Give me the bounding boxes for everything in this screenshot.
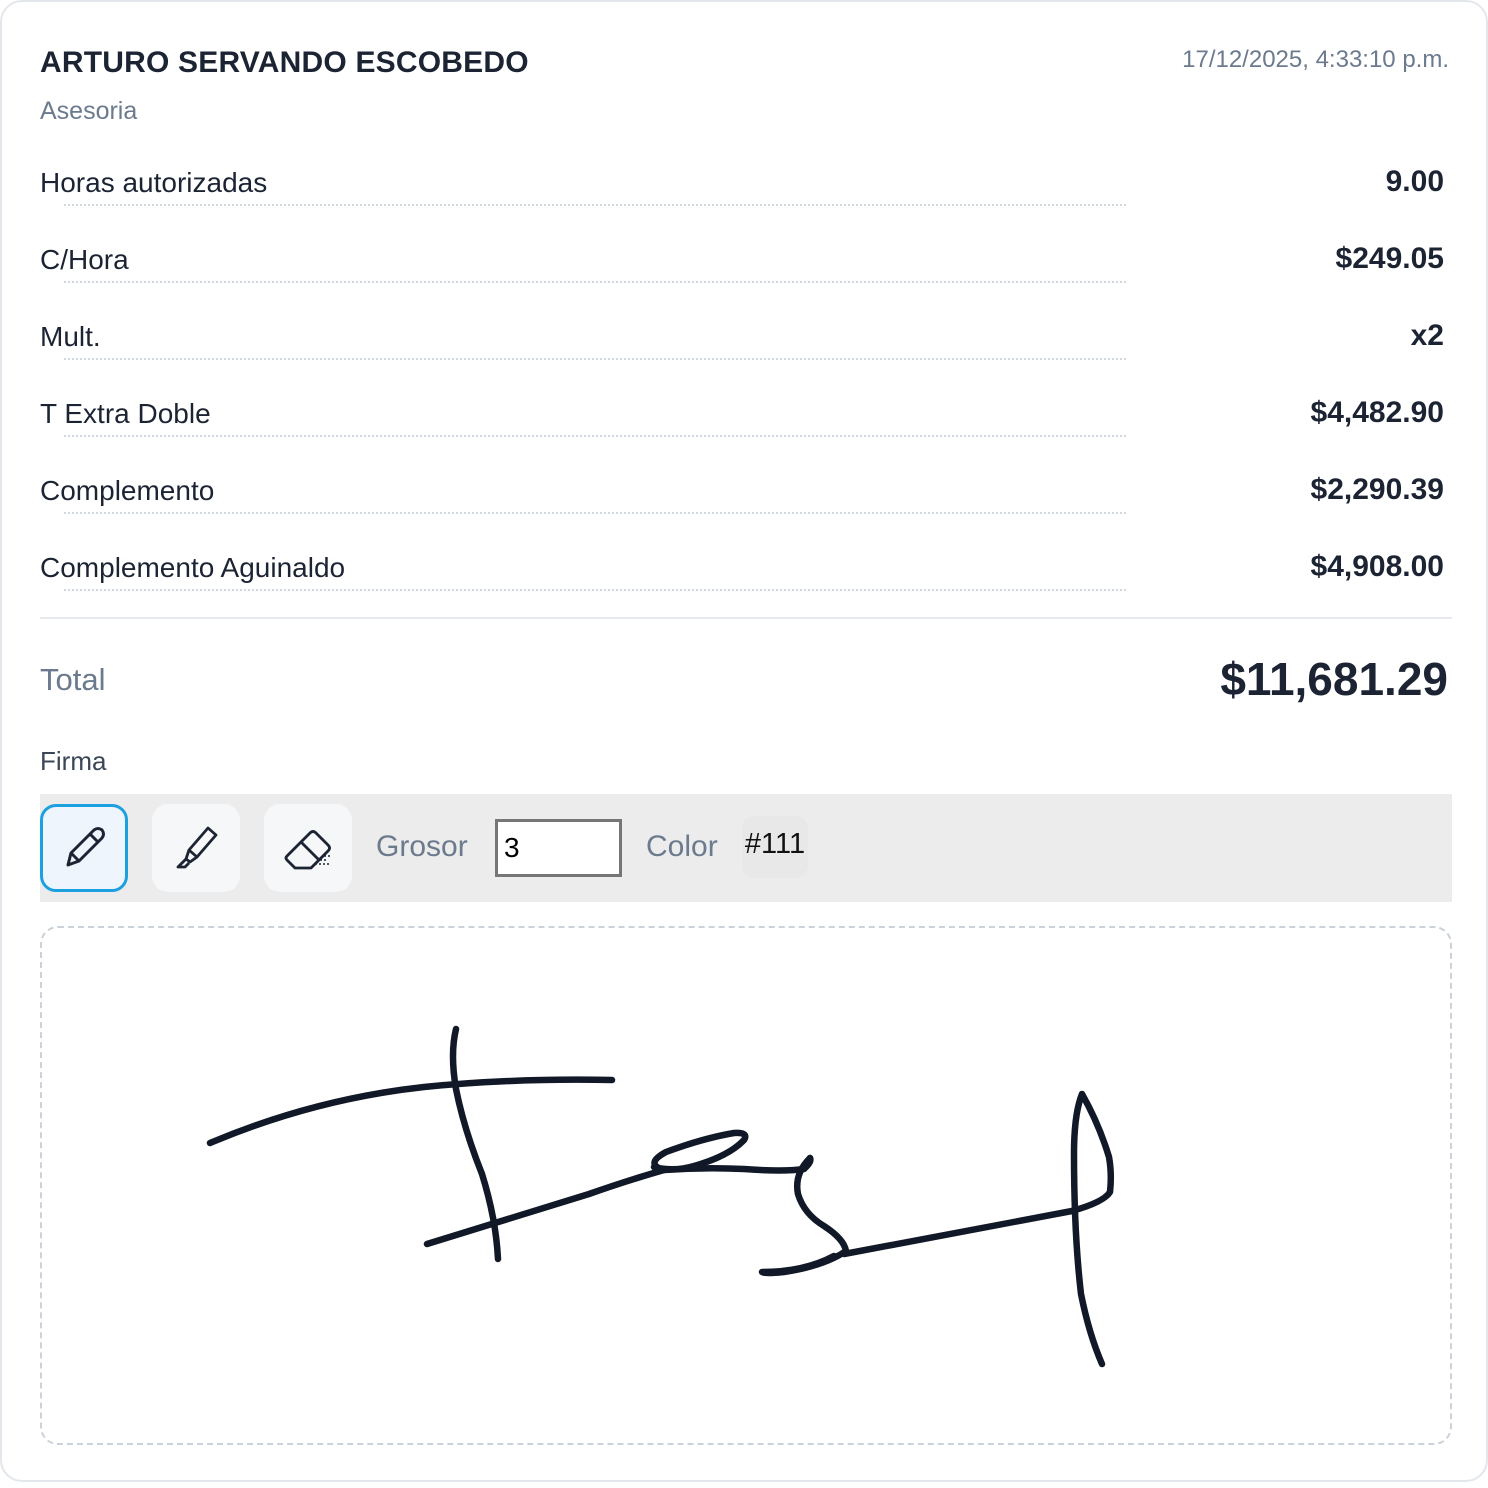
signature-drawing <box>206 1025 1115 1368</box>
signature-canvas[interactable] <box>40 926 1452 1445</box>
payment-card: ARTURO SERVANDO ESCOBEDO Asesoria 17/12/… <box>0 0 1488 1482</box>
